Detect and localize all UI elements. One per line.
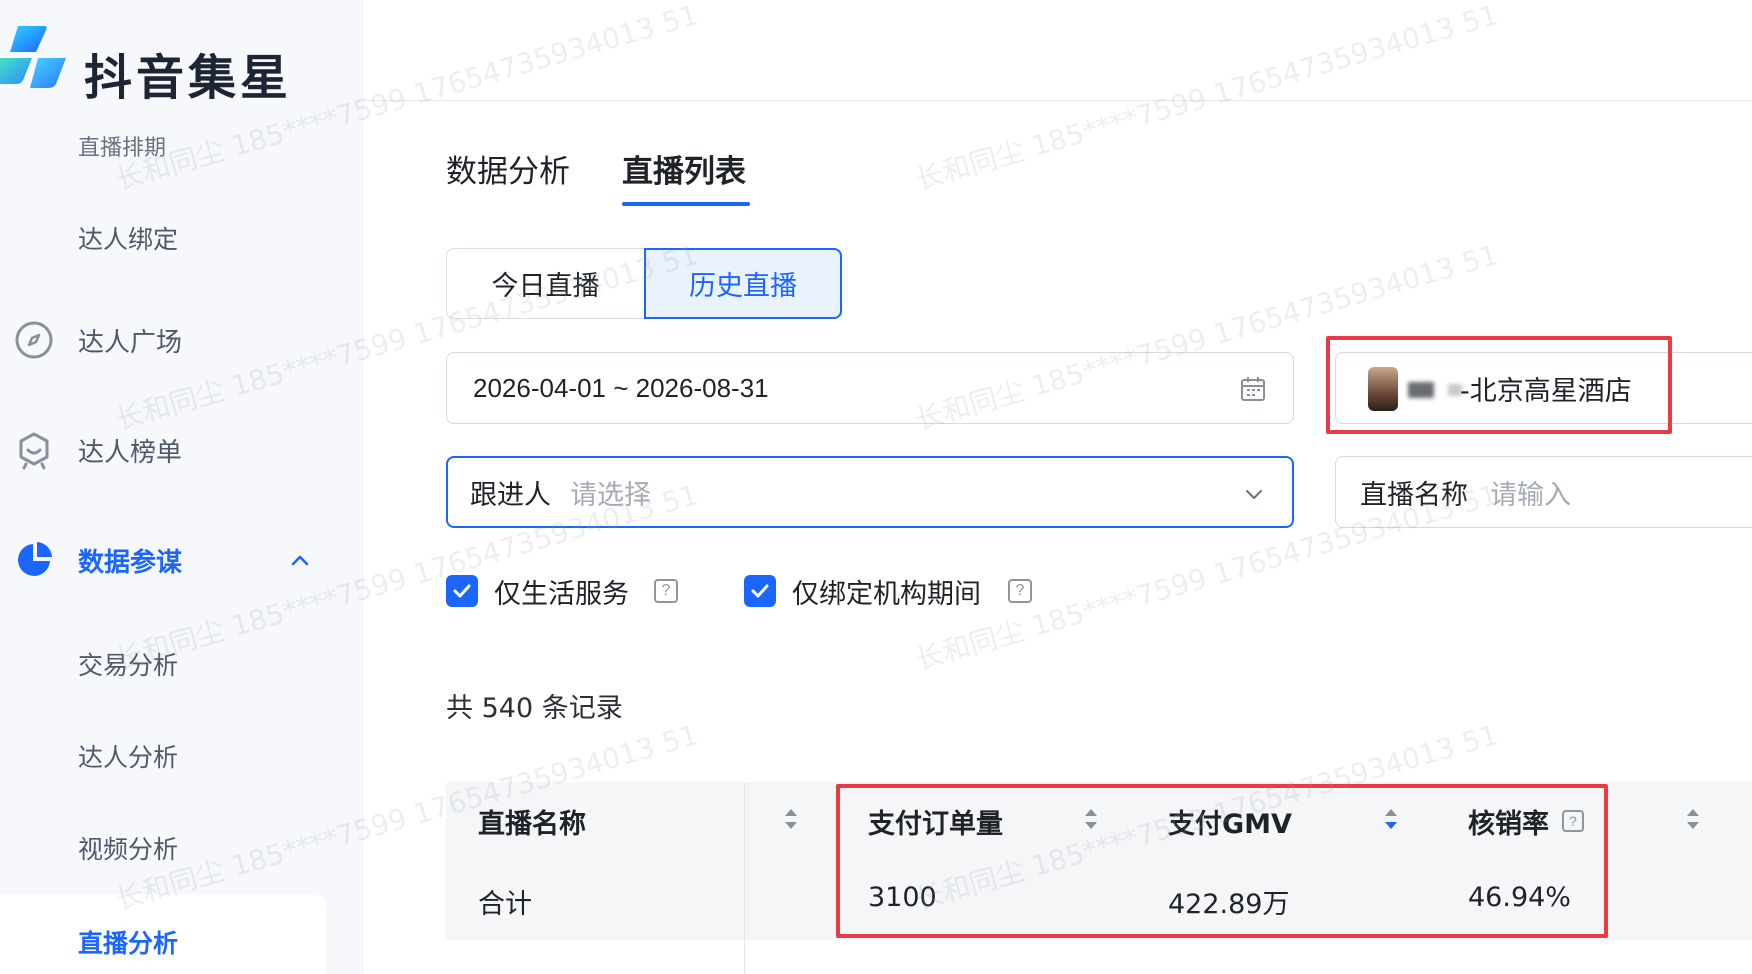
fixed-column-divider <box>744 782 745 974</box>
follower-select[interactable]: 跟进人 请选择 <box>446 456 1294 528</box>
help-icon[interactable]: ? <box>1008 579 1032 603</box>
check-icon <box>751 584 769 598</box>
sort-icon[interactable] <box>1686 806 1700 832</box>
active-tab-indicator <box>622 202 750 206</box>
follower-label: 跟进人 <box>470 479 551 511</box>
live-name-label: 直播名称 <box>1360 479 1468 511</box>
checkbox-local-services-only[interactable] <box>446 575 478 607</box>
highlight-box-metrics <box>836 784 1608 938</box>
sidebar-item-label: 直播分析 <box>78 929 179 958</box>
calendar-icon <box>1241 377 1265 401</box>
sidebar-item-live-schedule[interactable]: 直播排期 <box>0 116 364 176</box>
summary-label: 合计 <box>478 889 532 920</box>
checkbox-label[interactable]: 仅绑定机构期间 <box>792 572 981 611</box>
sidebar-item-video-analysis[interactable]: 视频分析 <box>0 818 364 878</box>
sidebar-item-label: 达人绑定 <box>78 225 179 254</box>
segment-history-live[interactable]: 历史直播 <box>644 248 842 319</box>
live-name-placeholder: 请输入 <box>1490 479 1571 511</box>
sidebar-item-label: 交易分析 <box>78 651 179 680</box>
help-icon[interactable]: ? <box>654 579 678 603</box>
date-range-value: 2026-04-01 ~ 2026-08-31 <box>473 372 769 403</box>
chevron-up-icon[interactable] <box>290 550 310 570</box>
tab-live-list[interactable]: 直播列表 <box>622 146 746 191</box>
sidebar-item-label: 数据参谋 <box>78 547 183 578</box>
chevron-down-icon <box>1246 490 1262 499</box>
sidebar-item-creator-analysis[interactable]: 达人分析 <box>0 726 364 786</box>
sidebar-item-creator-ranking[interactable]: 达人榜单 <box>0 420 364 480</box>
sidebar-item-live-analysis[interactable]: 直播分析 <box>0 894 326 974</box>
brand-logo-icon <box>0 26 66 88</box>
sidebar: 抖音集星 直播排期 达人绑定 达人广场 达人榜单 数据参谋 交易分析 达人分析 … <box>0 0 364 974</box>
brand-name: 抖音集星 <box>84 50 293 106</box>
tab-data-analysis[interactable]: 数据分析 <box>446 146 570 191</box>
record-count: 共 540 条记录 <box>446 693 623 724</box>
sidebar-item-trade-analysis[interactable]: 交易分析 <box>0 634 364 694</box>
ranking-badge-icon <box>14 430 54 470</box>
sidebar-group-data-advisor[interactable]: 数据参谋 <box>0 530 364 590</box>
sidebar-item-label: 直播排期 <box>78 136 167 161</box>
sidebar-item-creator-binding[interactable]: 达人绑定 <box>0 208 364 268</box>
highlight-box-store <box>1326 336 1672 434</box>
sidebar-item-label: 达人分析 <box>78 743 179 772</box>
sidebar-item-label: 视频分析 <box>78 835 179 864</box>
checkbox-label[interactable]: 仅生活服务 <box>494 572 629 611</box>
compass-icon <box>14 320 54 360</box>
follower-placeholder: 请选择 <box>570 479 651 511</box>
sidebar-item-label: 达人广场 <box>78 327 183 358</box>
table-body <box>446 940 744 974</box>
segment-today-live[interactable]: 今日直播 <box>446 248 644 319</box>
column-header-live-name[interactable]: 直播名称 <box>478 802 586 841</box>
header-divider <box>364 100 1752 101</box>
sidebar-item-label: 达人榜单 <box>78 437 183 468</box>
pie-chart-icon <box>14 540 54 580</box>
date-range-picker[interactable]: 2026-04-01 ~ 2026-08-31 <box>446 352 1294 424</box>
live-name-input[interactable]: 直播名称 请输入 <box>1335 456 1752 528</box>
checkbox-bound-period-only[interactable] <box>744 575 776 607</box>
sort-icon[interactable] <box>784 806 798 832</box>
check-icon <box>453 584 471 598</box>
sidebar-item-creator-square[interactable]: 达人广场 <box>0 310 364 370</box>
